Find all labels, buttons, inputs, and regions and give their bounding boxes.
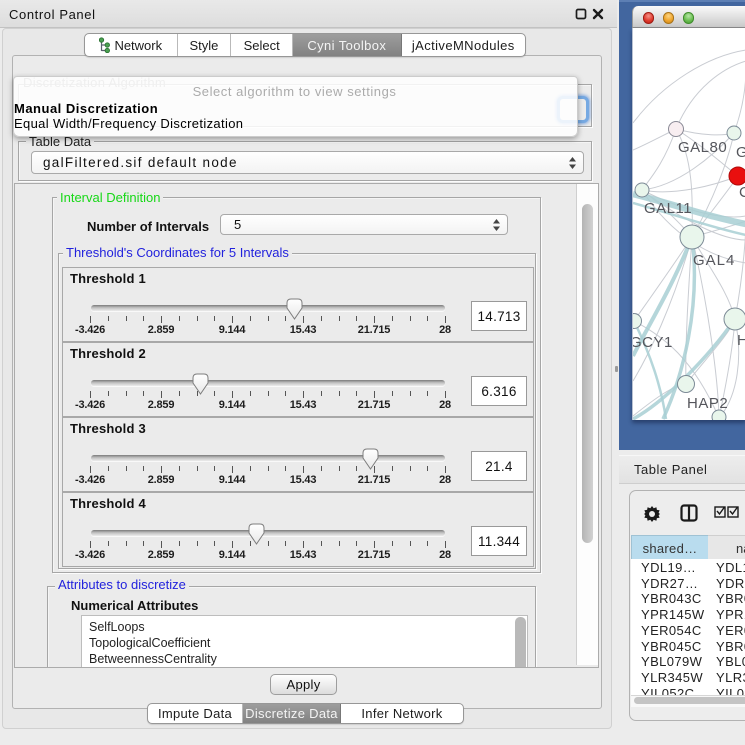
svg-text:GAL4: GAL4 <box>693 252 735 269</box>
svg-text:HIS4: HIS4 <box>737 332 745 349</box>
svg-text:GAL80: GAL80 <box>678 139 727 156</box>
svg-text:CDC6: CDC6 <box>739 184 745 201</box>
svg-text:GAL8: GAL8 <box>736 144 745 161</box>
svg-text:GCY1: GCY1 <box>633 334 673 351</box>
svg-text:GAL11: GAL11 <box>644 200 692 217</box>
svg-text:HAP2: HAP2 <box>687 395 728 412</box>
